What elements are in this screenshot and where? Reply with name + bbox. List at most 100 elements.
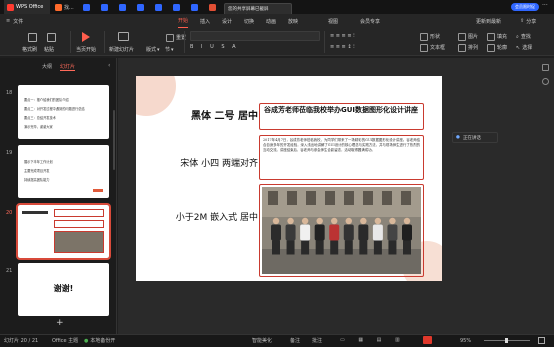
image-button[interactable]: 图片 [458, 32, 478, 41]
slide-title-box[interactable]: 谷成芳老师莅临我校举办GUI数据图形化设计讲座 [259, 103, 424, 130]
person-body [387, 224, 398, 241]
slide-body-box[interactable]: 2017年4月7日，谷成芳老师莅临我校，为同学们带来了一场精彩的GUI数据图形化… [259, 135, 424, 180]
slide-thumb-18[interactable]: 要点一：推介给我们的团队介绍 要点二：对开发过程中遇到的问题进行总结 要点三：总… [18, 85, 109, 139]
side-tool-icon[interactable] [542, 64, 549, 71]
arrange-icon [458, 43, 466, 52]
window-tab[interactable] [80, 0, 96, 14]
slideshow-play-icon[interactable] [423, 336, 432, 344]
window-tab[interactable] [134, 0, 150, 14]
annotation-label-title: 黑体 二号 居中 [191, 111, 258, 122]
comment-button[interactable]: 批注 [312, 334, 322, 347]
photo-window [401, 191, 411, 205]
theme-name[interactable]: Office 主题 [52, 334, 78, 347]
person-head [301, 217, 309, 225]
person-body [343, 224, 354, 241]
chevron-down-icon: ▾ [171, 46, 174, 53]
window-tab[interactable] [98, 0, 114, 14]
image-icon [458, 32, 466, 41]
window-tab[interactable] [188, 0, 204, 14]
fit-window-icon[interactable] [538, 337, 545, 344]
cursor-icon: ↖ [516, 44, 521, 51]
image-label: 图片 [468, 34, 479, 40]
menu-tab[interactable]: 动画 [266, 14, 276, 28]
panel-collapse-icon[interactable]: ‹ [108, 62, 110, 69]
zoom-slider-thumb[interactable] [505, 338, 508, 343]
window-tab-label: WPS Office [16, 4, 44, 10]
window-tab[interactable]: 找... [52, 0, 78, 14]
window-tab[interactable] [206, 0, 222, 14]
notes-button[interactable]: 备注 [290, 334, 300, 347]
window-tab[interactable] [116, 0, 132, 14]
app-icon [7, 3, 14, 11]
textbox-button[interactable]: 文本框 [420, 43, 445, 52]
shape-label: 形状 [430, 34, 441, 40]
backup-status[interactable]: ● 本地备份开 [84, 334, 115, 347]
fill-label: 填充 [497, 34, 508, 40]
menu-tab[interactable]: 切换 [244, 14, 254, 28]
section-button[interactable]: 节 ▾ [165, 45, 174, 54]
textbox-icon [420, 43, 428, 52]
menu-tab[interactable]: 放映 [288, 14, 298, 28]
panel-tab-slides[interactable]: 幻灯片 [60, 63, 76, 71]
person-body [300, 224, 311, 241]
from-start-button[interactable]: 当页开始 [76, 45, 96, 54]
menu-tab[interactable]: 视图 [328, 14, 338, 28]
paragraph-controls[interactable]: ≡ ≡ ≡ ≡ ⁝ ≡ ≡ ≡ ↕ ⁝ [330, 31, 415, 53]
menu-tab[interactable]: 插入 [200, 14, 210, 28]
menu-tab[interactable]: 设计 [222, 14, 232, 28]
more-icon[interactable]: ··· [542, 2, 548, 9]
side-tool-icon[interactable] [542, 78, 549, 85]
menu-tab[interactable]: 开始 [178, 14, 189, 28]
shape-button[interactable]: 形状 [420, 32, 440, 41]
layout-button[interactable]: 版式 ▾ [146, 45, 160, 54]
update-button[interactable]: 更新到最新 [476, 14, 501, 28]
menu-tab[interactable]: 会员专享 [360, 14, 380, 28]
current-slide[interactable]: 黑体 二号 居中 宋体 小四 两端对齐 小于2M 嵌入式 居中 谷成芳老师莅临我… [136, 76, 442, 281]
member-badge[interactable]: 会员限时促 [511, 3, 539, 11]
zoom-level[interactable]: 95% [460, 334, 471, 347]
person-head [360, 217, 367, 225]
person-head [272, 217, 280, 225]
paste-button[interactable]: 粘贴 [44, 45, 54, 54]
font-style-buttons[interactable]: B I U S A [190, 44, 320, 53]
fill-button[interactable]: 填充 [487, 32, 507, 41]
person-head [403, 217, 411, 225]
reset-button[interactable]: 重置 [166, 33, 186, 42]
share-button[interactable]: ⇪ 分享 [520, 14, 536, 28]
ribbon-separator [70, 31, 71, 53]
slide-thumb-20[interactable] [16, 203, 111, 260]
person-head [331, 217, 338, 225]
thumb19-line: 展示下半年工作计划 [24, 160, 53, 164]
thumb-accent [93, 189, 103, 192]
slide-photo-box[interactable] [259, 184, 424, 277]
find-button[interactable]: ⌕ 查找 [516, 32, 531, 41]
photo-window [325, 191, 335, 205]
app-icon [101, 3, 108, 11]
font-controls[interactable] [190, 31, 320, 41]
outline-button[interactable]: 轮廓 [487, 43, 507, 52]
paste-label: 粘贴 [44, 47, 55, 53]
thumb-number: 18 [6, 90, 13, 96]
smart-beautify-button[interactable]: 智能美化 [252, 334, 272, 347]
select-button[interactable]: ↖ 选择 [516, 43, 532, 52]
slide-body: 2017年4月7日，谷成芳老师莅临我校，为同学们带来了一场精彩的GUI数据图形化… [263, 138, 420, 153]
slide-thumb-21[interactable]: 谢谢! [18, 263, 109, 316]
panel-scrollbar[interactable] [113, 110, 115, 170]
slide-thumb-19[interactable]: 展示下半年工作计划 主要完成项目开发 持续提高团队能力 [18, 145, 109, 198]
window-tab[interactable] [152, 0, 168, 14]
view-icons[interactable]: ▭ ▦ ▤ ▥ [340, 337, 420, 344]
new-slide-button[interactable]: 新建幻灯片 [109, 45, 134, 54]
photo-window [363, 191, 373, 205]
panel-tab-outline[interactable]: 大纲 [42, 63, 52, 70]
window-tab[interactable] [170, 0, 186, 14]
person-legs [301, 240, 310, 255]
add-slide-button[interactable]: + [56, 318, 64, 328]
app-icon [137, 3, 144, 11]
share-label: 分享 [526, 18, 537, 25]
format-brush-button[interactable]: 格式刷 [22, 45, 37, 54]
person-body [402, 224, 412, 241]
window-tab[interactable]: WPS Office [4, 0, 50, 14]
menu-file[interactable]: ≡ 文件 [6, 14, 23, 28]
thumb18-line: 演示完毕，谢谢大家 [24, 125, 53, 129]
arrange-button[interactable]: 排列 [458, 43, 478, 52]
